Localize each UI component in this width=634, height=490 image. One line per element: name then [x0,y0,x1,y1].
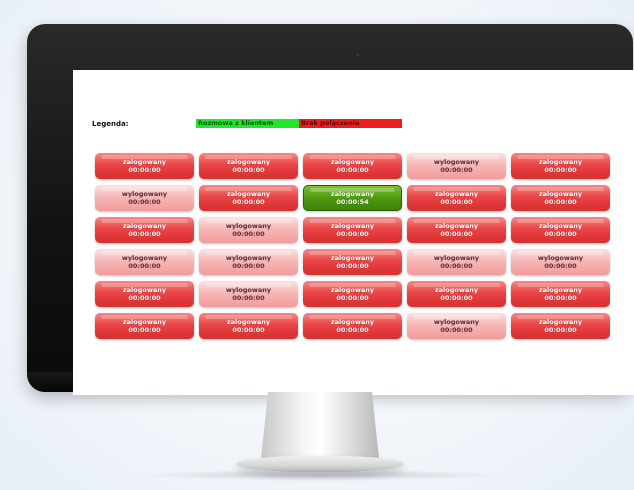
agent-status: zalogowany [330,190,375,198]
agent-status: zalogowany [226,318,271,326]
agent-tile[interactable]: zalogowany 00:00:00 [407,281,506,307]
agent-tile[interactable]: wylogowany 00:00:00 [199,281,298,307]
agent-tile[interactable]: zalogowany 00:00:00 [95,217,194,243]
agent-tile[interactable]: wylogowany 00:00:00 [407,153,506,179]
agent-tile[interactable]: zalogowany 00:00:00 [407,217,506,243]
agent-status: zalogowany [122,318,167,326]
agent-status: zalogowany [434,286,479,294]
agent-status: zalogowany [434,222,479,230]
camera-icon [355,52,361,58]
agent-tile[interactable]: wylogowany 00:00:00 [199,249,298,275]
agent-tile[interactable]: zalogowany 00:00:00 [199,185,298,211]
agent-timer: 00:00:00 [128,326,161,334]
agent-timer: 00:00:00 [440,326,473,334]
agent-timer: 00:00:00 [544,262,577,270]
agent-status: wylogowany [225,286,272,294]
agent-status: wylogowany [537,254,584,262]
agent-tile[interactable]: zalogowany 00:00:00 [303,153,402,179]
agent-status: wylogowany [121,190,168,198]
agent-timer: 00:00:54 [336,198,369,206]
agent-timer: 00:00:00 [440,230,473,238]
agent-tile[interactable]: zalogowany 00:00:00 [511,217,610,243]
agent-tile[interactable]: zalogowany 00:00:00 [303,249,402,275]
agent-status: zalogowany [538,286,583,294]
legend-item-talking: Rozmowa z klientem [196,119,299,128]
agent-timer: 00:00:00 [544,294,577,302]
agent-timer: 00:00:00 [232,326,265,334]
agent-timer: 00:00:00 [232,294,265,302]
agent-tile[interactable]: zalogowany 00:00:00 [95,313,194,339]
agent-tile[interactable]: zalogowany 00:00:00 [511,153,610,179]
agent-tile[interactable]: wylogowany 00:00:00 [95,185,194,211]
agent-timer: 00:00:00 [128,262,161,270]
agent-tile[interactable]: wylogowany 00:00:00 [95,249,194,275]
agent-status: wylogowany [433,254,480,262]
agent-tile[interactable]: zalogowany 00:00:00 [95,153,194,179]
monitor-screen: Legenda: Rozmowa z klientem Brak połącze… [73,70,634,395]
agent-timer: 00:00:00 [440,294,473,302]
agent-timer: 00:00:00 [544,166,577,174]
agent-tile[interactable]: wylogowany 00:00:00 [511,249,610,275]
agent-timer: 00:00:00 [128,198,161,206]
agent-timer: 00:00:00 [440,166,473,174]
agent-status: zalogowany [330,286,375,294]
agent-tile[interactable]: zalogowany 00:00:00 [511,281,610,307]
monitor-stand-shadow [150,470,490,480]
agent-tile[interactable]: zalogowany 00:00:00 [407,185,506,211]
agent-status: zalogowany [226,158,271,166]
agent-timer: 00:00:00 [232,166,265,174]
agent-timer: 00:00:00 [128,166,161,174]
agent-status: zalogowany [330,222,375,230]
legend-item-no-connection: Brak połączenia [299,119,402,128]
agent-timer: 00:00:00 [128,230,161,238]
agent-timer: 00:00:00 [544,326,577,334]
agent-timer: 00:00:00 [544,198,577,206]
agent-tile[interactable]: zalogowany 00:00:54 [303,185,402,211]
agent-tile[interactable]: zalogowany 00:00:00 [511,185,610,211]
agent-tile[interactable]: wylogowany 00:00:00 [407,249,506,275]
agent-tile[interactable]: zalogowany 00:00:00 [95,281,194,307]
agent-timer: 00:00:00 [232,198,265,206]
agent-status: zalogowany [330,158,375,166]
agent-timer: 00:00:00 [336,326,369,334]
agent-status: wylogowany [433,318,480,326]
agent-timer: 00:00:00 [544,230,577,238]
agent-status: zalogowany [122,158,167,166]
agent-status: zalogowany [434,190,479,198]
agent-timer: 00:00:00 [232,262,265,270]
agent-timer: 00:00:00 [440,198,473,206]
agent-status: wylogowany [225,254,272,262]
agent-tile[interactable]: zalogowany 00:00:00 [199,313,298,339]
agent-timer: 00:00:00 [336,294,369,302]
legend-label: Legenda: [92,119,129,128]
agent-tile[interactable]: zalogowany 00:00:00 [511,313,610,339]
monitor-stand-neck [261,392,379,458]
agent-timer: 00:00:00 [128,294,161,302]
legend: Legenda: Rozmowa z klientem Brak połącze… [92,119,402,128]
agent-status: zalogowany [122,286,167,294]
agent-tile[interactable]: wylogowany 00:00:00 [199,217,298,243]
agent-timer: 00:00:00 [336,230,369,238]
agent-status: zalogowany [330,254,375,262]
agent-tile[interactable]: zalogowany 00:00:00 [199,153,298,179]
agent-status: wylogowany [121,254,168,262]
agent-status: zalogowany [330,318,375,326]
agent-status: zalogowany [538,318,583,326]
agent-status: zalogowany [538,190,583,198]
agent-timer: 00:00:00 [336,262,369,270]
agent-timer: 00:00:00 [440,262,473,270]
agent-tile[interactable]: zalogowany 00:00:00 [303,281,402,307]
agent-status: wylogowany [433,158,480,166]
agent-status: zalogowany [538,222,583,230]
agent-timer: 00:00:00 [232,230,265,238]
agent-tile[interactable]: zalogowany 00:00:00 [303,313,402,339]
agent-status: wylogowany [225,222,272,230]
agent-status: zalogowany [538,158,583,166]
agent-tile[interactable]: zalogowany 00:00:00 [303,217,402,243]
agent-tile[interactable]: wylogowany 00:00:00 [407,313,506,339]
agent-status: zalogowany [226,190,271,198]
agent-timer: 00:00:00 [336,166,369,174]
agent-grid: zalogowany 00:00:00 zalogowany 00:00:00 zalo… [95,153,610,339]
agent-status: zalogowany [122,222,167,230]
